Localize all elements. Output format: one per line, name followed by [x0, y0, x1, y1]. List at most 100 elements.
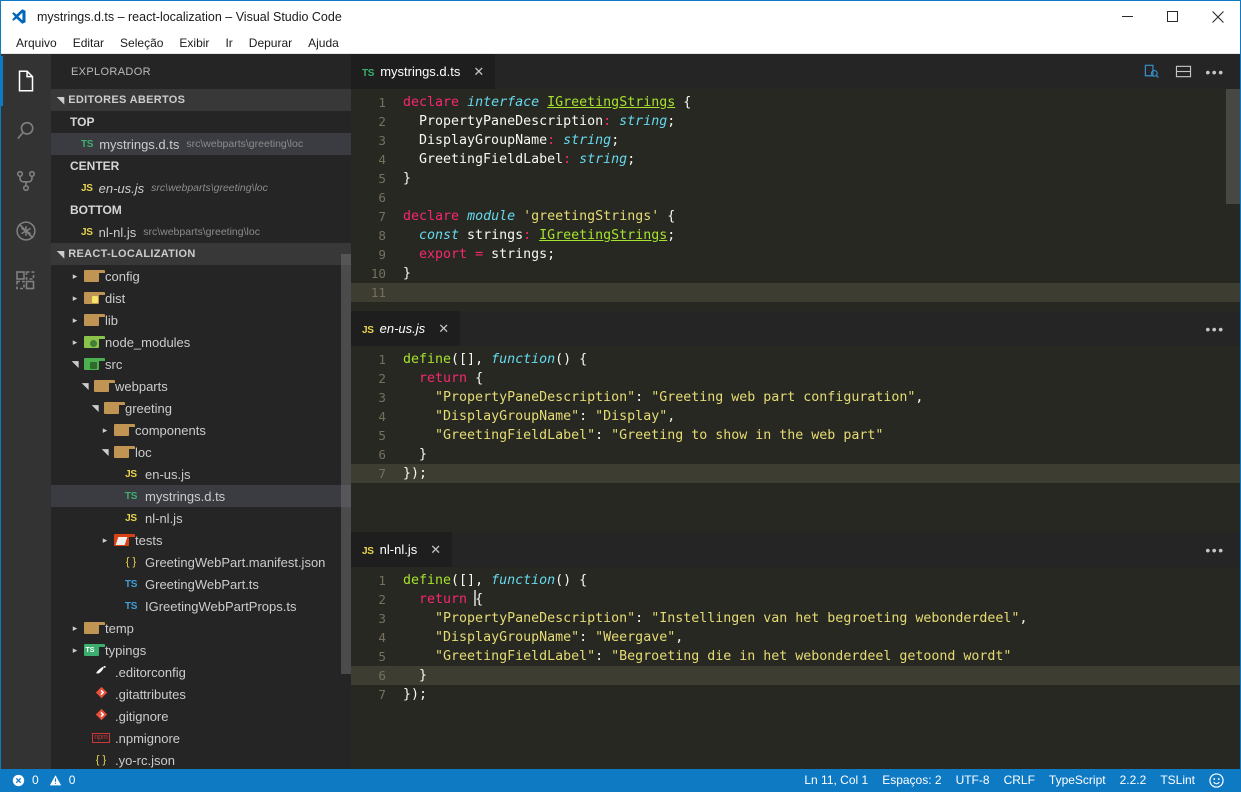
line-number: 9 — [351, 245, 403, 264]
open-editor-item[interactable]: JSnl-nl.jssrc\webparts\greeting\loc — [51, 221, 351, 243]
sidebar-scrollbar[interactable] — [341, 254, 351, 674]
tree-item[interactable]: JSen-us.js — [51, 463, 351, 485]
tree-item-label: typings — [105, 643, 146, 658]
tree-item[interactable]: ◢loc — [51, 441, 351, 463]
javascript-file-icon: JS — [125, 469, 137, 480]
tree-item[interactable]: ▸TStypings — [51, 639, 351, 661]
close-icon[interactable]: ✕ — [472, 65, 485, 78]
split-editor-icon[interactable] — [1170, 59, 1196, 85]
code-line-text: return { — [403, 369, 1240, 388]
menu-item-arquivo[interactable]: Arquivo — [8, 34, 65, 52]
tree-item[interactable]: ◢src — [51, 353, 351, 375]
activity-item-debug[interactable] — [1, 206, 51, 256]
menu-item-depurar[interactable]: Depurar — [241, 34, 300, 52]
more-actions-icon[interactable]: ••• — [1202, 537, 1228, 563]
activity-item-explorer[interactable] — [1, 56, 51, 106]
item-icon: TS — [122, 491, 140, 502]
activity-item-source-control[interactable] — [1, 156, 51, 206]
tree-item[interactable]: ▸config — [51, 265, 351, 287]
editor-scrollbar[interactable] — [1226, 567, 1240, 769]
line-number: 10 — [351, 264, 403, 283]
open-editors-header[interactable]: ◢EDITORES ABERTOS — [51, 89, 351, 111]
folder-icon — [114, 446, 129, 458]
editor-area: TSmystrings.d.ts✕ ••• 1declare interface I… — [351, 54, 1240, 769]
tree-item[interactable]: .editorconfig — [51, 661, 351, 683]
close-icon[interactable]: ✕ — [429, 543, 442, 556]
minimize-button[interactable] — [1105, 1, 1150, 32]
open-editors-group-top[interactable]: TOP — [51, 111, 351, 133]
line-number: 8 — [351, 226, 403, 245]
editor-scrollbar[interactable] — [1226, 346, 1240, 532]
project-header[interactable]: ◢REACT-LOCALIZATION — [51, 243, 351, 265]
code-editor-bottom[interactable]: 1define([], function() {2 return {3 "Pro… — [351, 567, 1240, 769]
line-number: 1 — [351, 93, 403, 112]
code-line: 7}); — [351, 685, 1240, 704]
open-preview-icon[interactable] — [1138, 59, 1164, 85]
tree-item[interactable]: TSmystrings.d.ts — [51, 485, 351, 507]
tree-item[interactable]: ◢webparts — [51, 375, 351, 397]
open-editors-group-center[interactable]: CENTER — [51, 155, 351, 177]
tab-en-us.js[interactable]: JSen-us.js✕ — [351, 311, 460, 346]
status-typescript-version[interactable]: 2.2.2 — [1113, 773, 1154, 787]
scrollbar-thumb[interactable] — [1226, 89, 1240, 204]
status-eol[interactable]: CRLF — [997, 773, 1042, 787]
tree-item[interactable]: TSGreetingWebPart.ts — [51, 573, 351, 595]
status-cursor-position[interactable]: Ln 11, Col 1 — [797, 773, 875, 787]
more-actions-icon[interactable]: ••• — [1202, 59, 1228, 85]
item-icon — [112, 424, 130, 436]
code-line-text: declare module 'greetingStrings' { — [403, 207, 1240, 226]
code-line: 8 const strings: IGreetingStrings; — [351, 226, 1240, 245]
code-line-text: "GreetingFieldLabel": "Begroeting die in… — [403, 647, 1240, 666]
menu-item-ir[interactable]: Ir — [217, 34, 240, 52]
menu-item-ajuda[interactable]: Ajuda — [300, 34, 347, 52]
status-encoding[interactable]: UTF-8 — [949, 773, 997, 787]
code-editor-center[interactable]: 1define([], function() {2 return {3 "Pro… — [351, 346, 1240, 532]
close-icon[interactable]: ✕ — [437, 322, 450, 335]
tree-item[interactable]: npm.npmignore — [51, 727, 351, 749]
warning-icon — [49, 774, 62, 787]
folder-icon — [114, 424, 129, 436]
tree-item[interactable]: { }.yo-rc.json — [51, 749, 351, 769]
open-editors-group-bottom[interactable]: BOTTOM — [51, 199, 351, 221]
item-icon — [92, 708, 110, 724]
close-button[interactable] — [1195, 1, 1240, 32]
more-actions-icon[interactable]: ••• — [1202, 316, 1228, 342]
tab-mystrings.d.ts[interactable]: TSmystrings.d.ts✕ — [351, 54, 495, 89]
tree-item[interactable]: TSIGreetingWebPartProps.ts — [51, 595, 351, 617]
tree-item[interactable]: .gitignore — [51, 705, 351, 727]
smiley-icon[interactable] — [1202, 773, 1231, 788]
code-token: ; — [667, 114, 675, 129]
tree-item[interactable]: { }GreetingWebPart.manifest.json — [51, 551, 351, 573]
activity-item-search[interactable] — [1, 106, 51, 156]
code-line-text: "PropertyPaneDescription": "Instellingen… — [403, 609, 1240, 628]
code-token: () { — [555, 352, 587, 367]
menu-item-seleção[interactable]: Seleção — [112, 34, 171, 52]
status-tslint[interactable]: TSLint — [1153, 773, 1202, 787]
code-line-text: } — [403, 264, 1240, 283]
tree-item[interactable]: ▸lib — [51, 309, 351, 331]
code-editor-top[interactable]: 1declare interface IGreetingStrings {2 P… — [351, 89, 1240, 311]
status-problems[interactable]: 0 0 — [1, 773, 75, 787]
tree-item[interactable]: ◢greeting — [51, 397, 351, 419]
menu-item-editar[interactable]: Editar — [65, 34, 112, 52]
item-icon — [82, 622, 100, 634]
open-editor-item[interactable]: JSen-us.jssrc\webparts\greeting\loc — [51, 177, 351, 199]
tree-item[interactable]: ▸dist — [51, 287, 351, 309]
item-icon — [82, 292, 100, 304]
maximize-button[interactable] — [1150, 1, 1195, 32]
editor-scrollbar[interactable] — [1226, 89, 1240, 311]
open-editor-item[interactable]: TSmystrings.d.tssrc\webparts\greeting\lo… — [51, 133, 351, 155]
tree-item[interactable]: ▸node_modules — [51, 331, 351, 353]
tree-item[interactable]: JSnl-nl.js — [51, 507, 351, 529]
activity-item-extensions[interactable] — [1, 256, 51, 306]
menu-item-exibir[interactable]: Exibir — [171, 34, 217, 52]
status-indentation[interactable]: Espaços: 2 — [875, 773, 948, 787]
code-token — [531, 228, 539, 243]
code-line: 5} — [351, 169, 1240, 188]
tree-item[interactable]: .gitattributes — [51, 683, 351, 705]
tree-item[interactable]: ▸components — [51, 419, 351, 441]
tree-item[interactable]: ▸tests — [51, 529, 351, 551]
tab-nl-nl.js[interactable]: JSnl-nl.js✕ — [351, 532, 452, 567]
status-language-mode[interactable]: TypeScript — [1042, 773, 1113, 787]
tree-item[interactable]: ▸temp — [51, 617, 351, 639]
